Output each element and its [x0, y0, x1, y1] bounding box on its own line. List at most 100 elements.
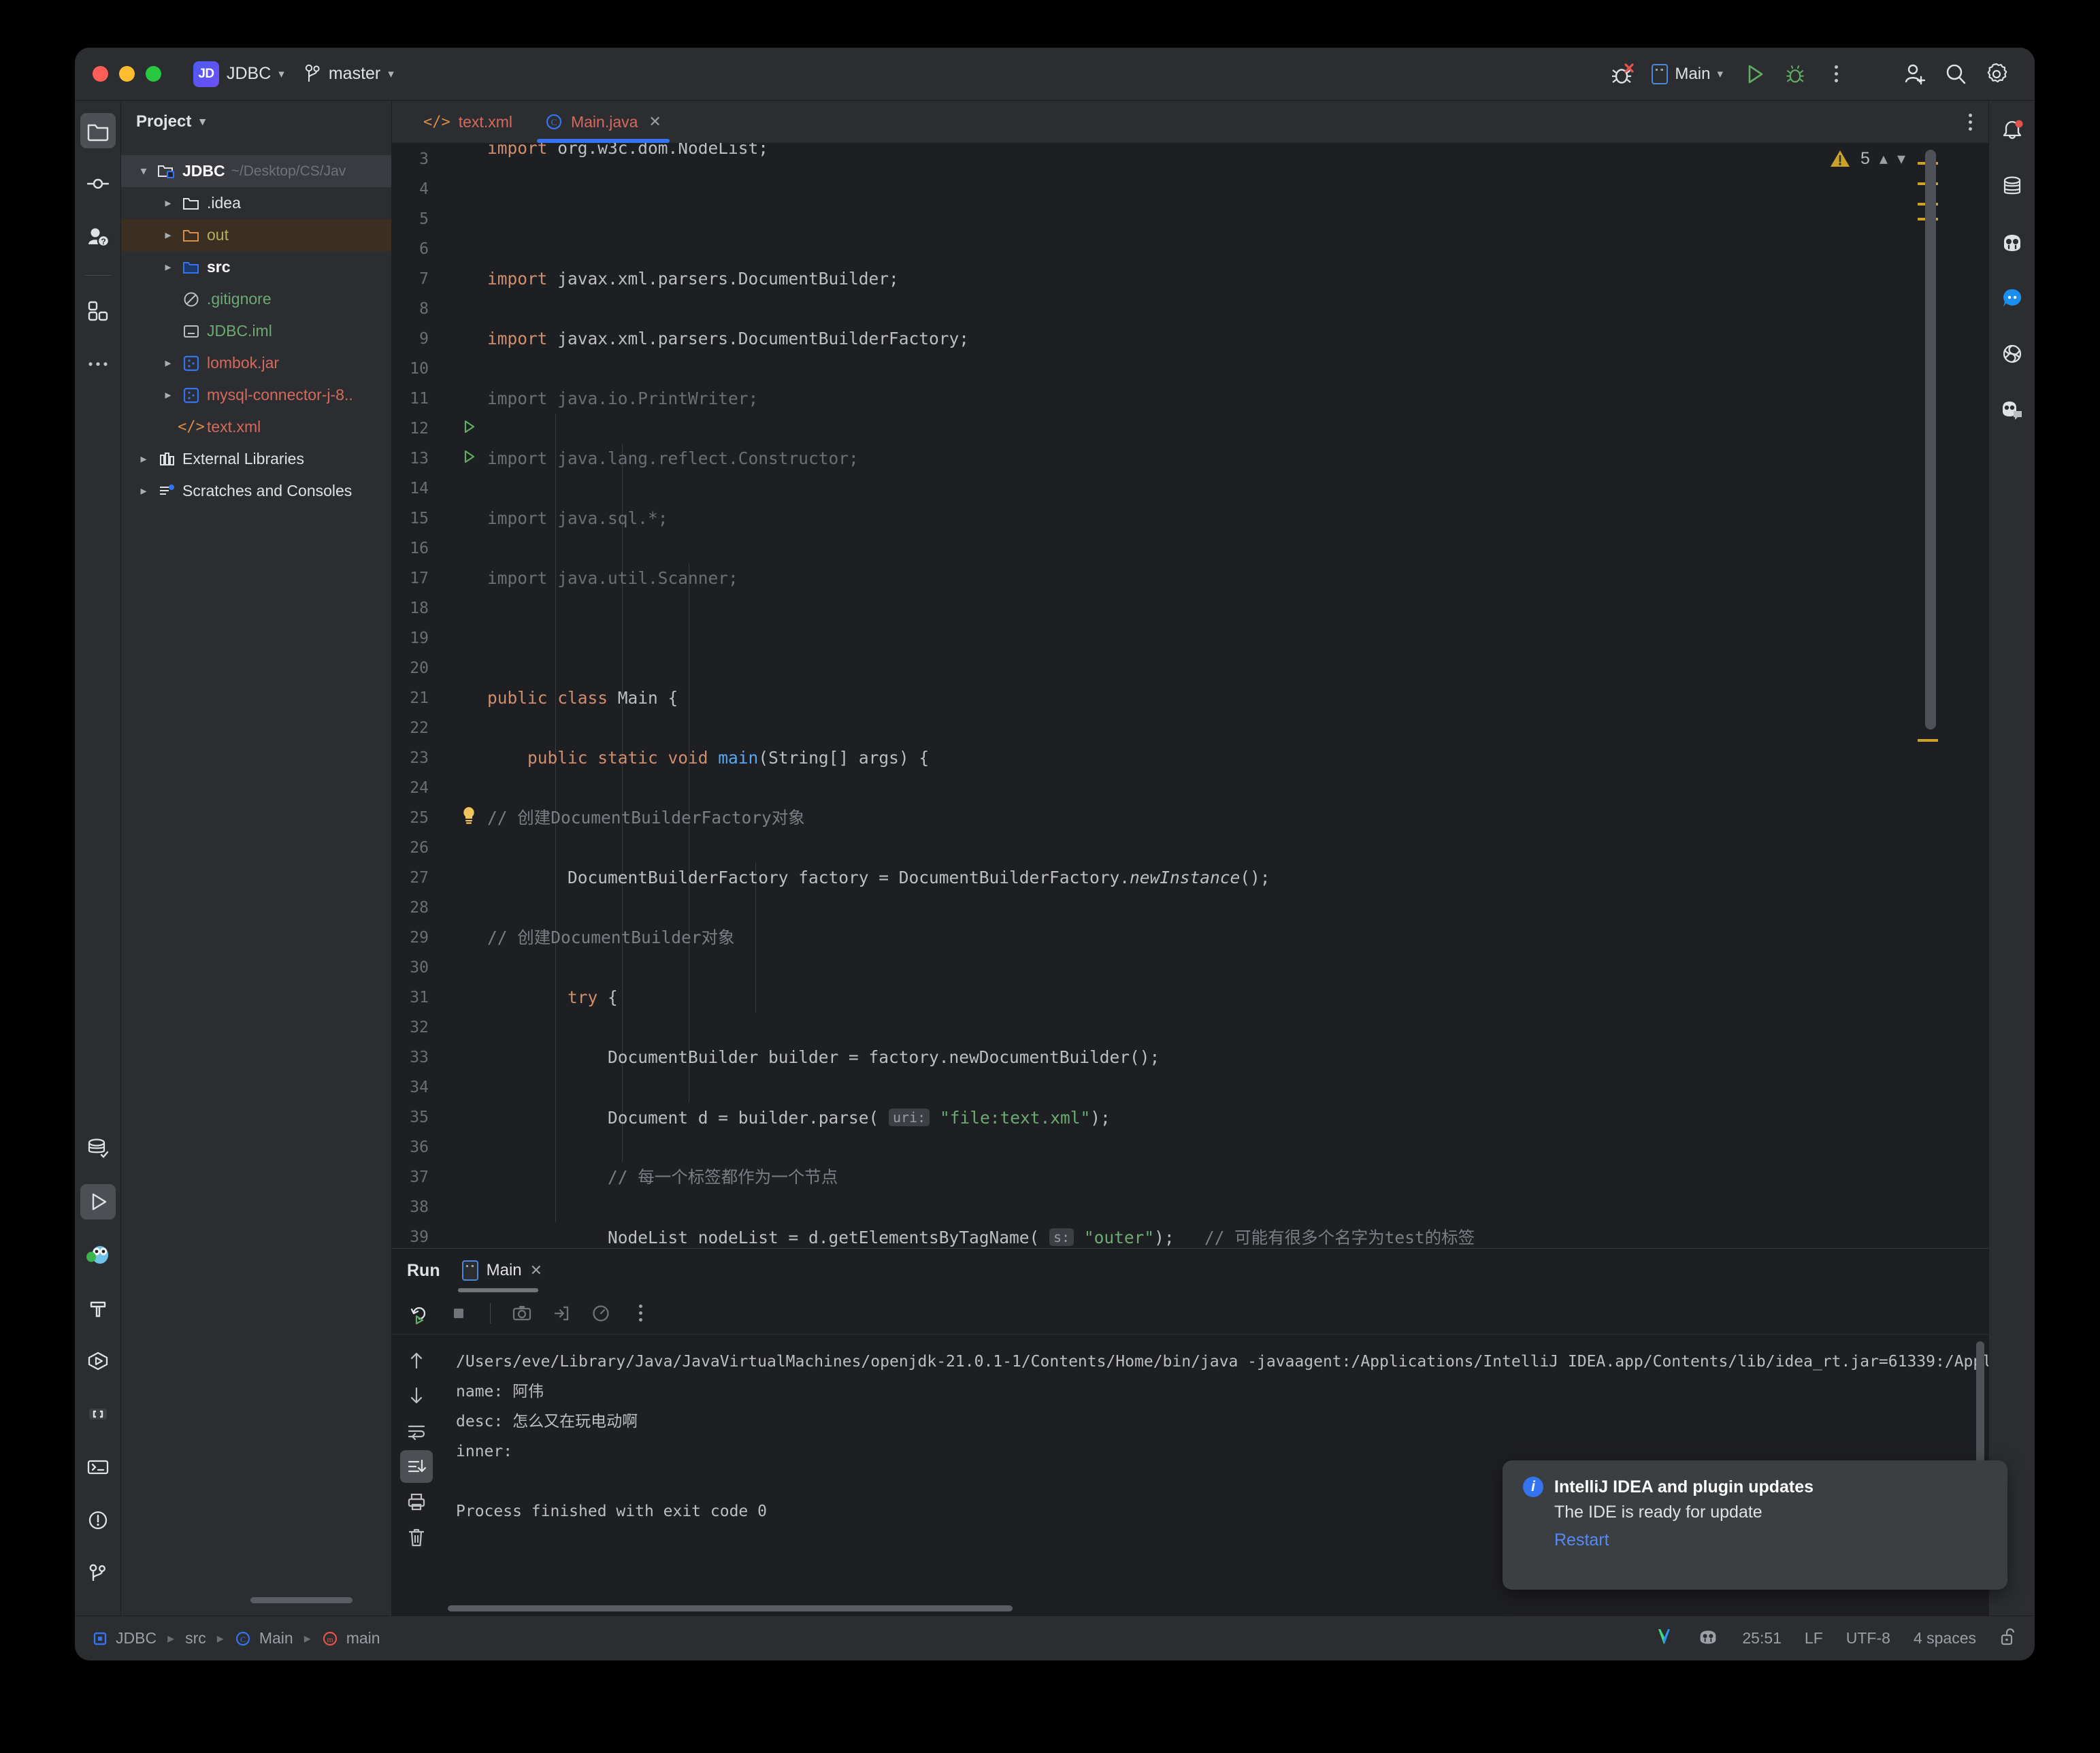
openai-button[interactable]: [1995, 336, 2030, 372]
breadcrumb-item-src[interactable]: src: [185, 1629, 206, 1648]
tab-main-java[interactable]: C Main.java ✕: [529, 101, 678, 143]
run-button[interactable]: [1738, 58, 1771, 91]
chevron-down-icon[interactable]: ▾: [1897, 149, 1905, 169]
chevron-up-icon[interactable]: ▴: [1880, 149, 1888, 169]
branch-selector[interactable]: master ▾: [297, 59, 401, 89]
project-horizontal-scrollbar[interactable]: [250, 1597, 352, 1603]
tree-node-iml[interactable]: ▸ JDBC.iml: [121, 315, 391, 347]
add-user-button[interactable]: [1899, 58, 1931, 91]
down-arrow-button[interactable]: [400, 1379, 433, 1412]
terminal-tool-button[interactable]: [80, 1449, 116, 1485]
tree-node-mysql-connector[interactable]: ▸ mysql-connector-j-8..: [121, 379, 391, 411]
notification-restart-link[interactable]: Restart: [1554, 1530, 1987, 1550]
chevron-right-icon[interactable]: ▸: [136, 484, 151, 498]
project-selector[interactable]: JD JDBC ▾: [186, 56, 292, 92]
tree-node-idea[interactable]: ▸ .idea: [121, 187, 391, 219]
breadcrumb-item-main-method[interactable]: main: [346, 1629, 380, 1648]
chevron-right-icon[interactable]: ▸: [161, 228, 176, 242]
tree-node-lombok-jar[interactable]: ▸ lombok.jar: [121, 347, 391, 379]
inspection-widget[interactable]: 5 ▴ ▾: [1829, 148, 1905, 169]
notifications-button[interactable]: [1995, 113, 2030, 148]
run-tab-main[interactable]: Main ✕: [457, 1249, 549, 1292]
terminal-icon: [87, 1460, 108, 1475]
ai-chat-button[interactable]: [1995, 280, 2030, 316]
up-arrow-button[interactable]: [400, 1344, 433, 1377]
caret-position[interactable]: 25:51: [1742, 1629, 1782, 1648]
code-quality-button[interactable]: [1655, 1626, 1674, 1651]
rerun-button[interactable]: [403, 1297, 436, 1330]
chevron-down-icon[interactable]: ▾: [136, 164, 151, 178]
project-badge-icon: JD: [193, 61, 219, 87]
tree-node-external-libraries[interactable]: ▸ External Libraries: [121, 443, 391, 475]
more-tool-windows-button[interactable]: [80, 346, 116, 382]
version-control-tool-button[interactable]: [80, 1556, 116, 1591]
profiler-button[interactable]: [585, 1297, 617, 1330]
run-configuration-selector[interactable]: Main ▾: [1643, 60, 1731, 88]
run-more-button[interactable]: [624, 1297, 657, 1330]
soft-wrap-button[interactable]: [400, 1415, 433, 1447]
chevron-right-icon[interactable]: ▸: [161, 196, 176, 210]
tree-node-scratches-consoles[interactable]: ▸ Scratches and Consoles: [121, 475, 391, 507]
code-lines[interactable]: import org.w3c.dom.NodeList; import java…: [487, 143, 1988, 1248]
chevron-right-icon[interactable]: ▸: [161, 388, 176, 402]
indent-setting[interactable]: 4 spaces: [1914, 1629, 1976, 1648]
code-with-me-button[interactable]: [1995, 392, 2030, 427]
maximize-window-button[interactable]: [146, 66, 161, 82]
close-icon[interactable]: ✕: [530, 1262, 542, 1279]
more-actions-button[interactable]: [1820, 58, 1852, 91]
run-toolbar: [392, 1292, 1988, 1334]
database-button[interactable]: [1995, 169, 2030, 204]
tree-node-out[interactable]: ▸ out: [121, 219, 391, 251]
commit-tool-button[interactable]: [80, 166, 116, 201]
go-tool-button[interactable]: [80, 1237, 116, 1273]
clear-all-button[interactable]: [400, 1521, 433, 1554]
close-icon[interactable]: ✕: [649, 113, 661, 131]
problems-tool-button[interactable]: [80, 1503, 116, 1538]
copilot-button[interactable]: [1995, 225, 2030, 260]
readonly-toggle-button[interactable]: [1999, 1626, 2017, 1651]
lightbulb-icon[interactable]: [457, 804, 480, 834]
screenshot-button[interactable]: [506, 1297, 538, 1330]
search-button[interactable]: [1939, 58, 1972, 91]
database-tool-button[interactable]: [80, 1131, 116, 1166]
tree-node-src[interactable]: ▸ src: [121, 251, 391, 283]
settings-button[interactable]: [1980, 58, 2013, 91]
line-separator[interactable]: LF: [1805, 1629, 1823, 1648]
tree-node-gitignore[interactable]: ▸ .gitignore: [121, 283, 391, 315]
file-encoding[interactable]: UTF-8: [1846, 1629, 1890, 1648]
run-gutter-icon[interactable]: [457, 415, 480, 445]
export-button[interactable]: [545, 1297, 578, 1330]
close-window-button[interactable]: [93, 66, 108, 82]
scroll-to-end-button[interactable]: [400, 1450, 433, 1483]
chevron-right-icon[interactable]: ▸: [161, 356, 176, 370]
chevron-right-icon[interactable]: ▸: [161, 260, 176, 274]
run-tool-button[interactable]: [80, 1184, 116, 1219]
print-button[interactable]: [400, 1486, 433, 1518]
console-horizontal-scrollbar[interactable]: [448, 1605, 1013, 1611]
more-vertical-icon[interactable]: [1969, 113, 1972, 131]
run-gutter-icon[interactable]: [457, 445, 480, 475]
copilot-status-button[interactable]: [1697, 1627, 1719, 1650]
build-tool-button[interactable]: [80, 1290, 116, 1326]
project-panel-header[interactable]: Project ▾: [121, 101, 391, 143]
stop-button[interactable]: [442, 1297, 475, 1330]
chevron-right-icon[interactable]: ▸: [136, 452, 151, 466]
tree-node-jdbc[interactable]: ▾ JDBC ~/Desktop/CS/Jav: [121, 155, 391, 187]
update-notification[interactable]: i IntelliJ IDEA and plugin updates The I…: [1503, 1460, 2007, 1590]
minimize-window-button[interactable]: [119, 66, 135, 82]
brackets-tool-button[interactable]: [80, 1396, 116, 1432]
pull-requests-tool-button[interactable]: ?: [80, 219, 116, 255]
services-tool-button[interactable]: [80, 1343, 116, 1379]
code-editor[interactable]: 3 4 5 6 7 8 9 10 11 12 13 14 15 16 17 18…: [392, 143, 1988, 1248]
structure-tool-button[interactable]: [80, 293, 116, 329]
breadcrumb-item-jdbc[interactable]: JDBC: [116, 1629, 157, 1648]
debug-button[interactable]: [1779, 58, 1811, 91]
window-controls[interactable]: [93, 66, 161, 82]
tree-node-text-xml[interactable]: ▸ </> text.xml: [121, 411, 391, 443]
breadcrumb-item-main-class[interactable]: Main: [259, 1629, 293, 1648]
project-tool-button[interactable]: [80, 113, 116, 148]
editor-vertical-scrollbar[interactable]: [1923, 143, 1938, 1248]
stop-debug-icon[interactable]: [1607, 58, 1639, 91]
tab-text-xml[interactable]: </> text.xml: [407, 101, 529, 143]
editor-gutter[interactable]: 3 4 5 6 7 8 9 10 11 12 13 14 15 16 17 18…: [392, 143, 487, 1248]
